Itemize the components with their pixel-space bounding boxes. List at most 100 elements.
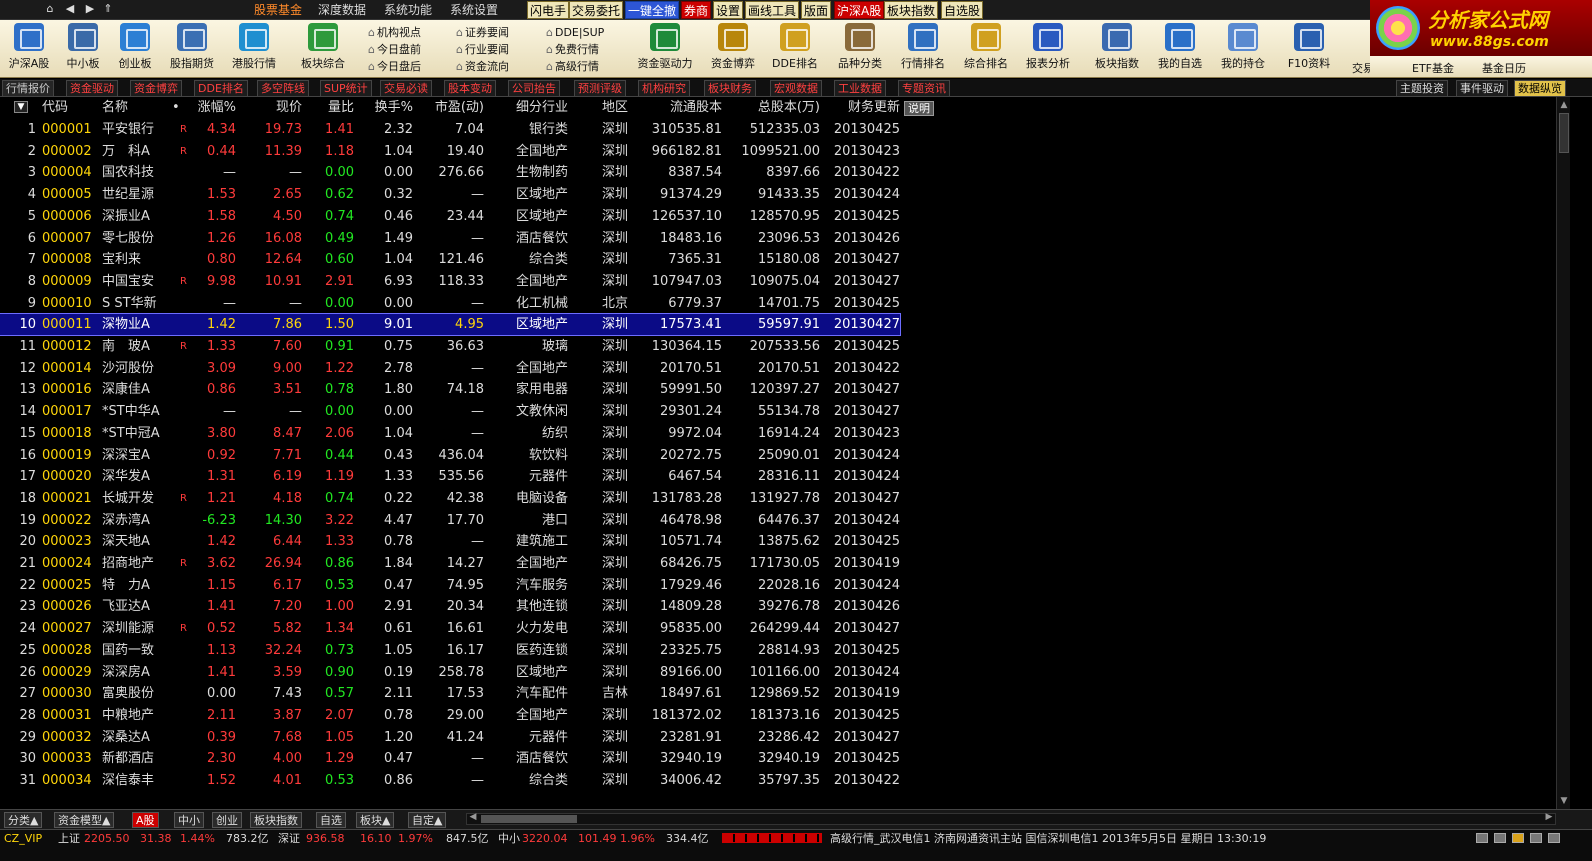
col-industry[interactable]: 细分行业	[496, 99, 568, 117]
toolbar-my-holdings-button[interactable]: 我的持仓	[1216, 23, 1270, 71]
table-row[interactable]: 20 000023 深天地A 1.42 6.44 1.33 0.78 — 建筑施工 深圳 10571…	[0, 531, 900, 552]
menu-tab-depth-data[interactable]: 深度数据	[318, 2, 366, 18]
table-row[interactable]: 16 000019 深深宝A 0.92 7.71 0.44 0.43 436.04 软饮料 深圳 2…	[0, 445, 900, 466]
menu-free-quotes[interactable]: ⌂ 免费行情	[546, 41, 599, 58]
hscroll-thumb[interactable]	[481, 815, 577, 823]
table-row[interactable]: 28 000031 中粮地产 2.11 3.87 2.07 0.78 29.00 全国地产 深圳 1…	[0, 705, 900, 726]
menu-premarket[interactable]: ⌂ 今日盘前	[368, 41, 421, 58]
flash-trade-button[interactable]: 闪电手	[527, 1, 570, 19]
toolbar-fund-drive-button[interactable]: 资金驱动力	[636, 23, 694, 71]
subtab-event-drive[interactable]: 事件驱动	[1456, 80, 1508, 96]
table-row[interactable]: 3 000004 国农科技 — — 0.00 0.00 276.66 生物制药 深圳 8387.54…	[0, 162, 900, 183]
watchlist-button[interactable]: 自选股	[941, 1, 984, 19]
home-icon[interactable]: ⌂	[42, 1, 58, 17]
table-row[interactable]: 19 000022 深赤湾A -6.23 14.30 3.22 4.47 17.70 港口 深圳 4…	[0, 510, 900, 531]
table-row[interactable]: 13 000016 深康佳A 0.86 3.51 0.78 1.80 74.18 家用电器 深圳 5…	[0, 379, 900, 400]
toolbar-sector-index-button[interactable]: 板块指数	[1090, 23, 1144, 71]
toolbar-dde-rank-button[interactable]: DDE排名	[768, 23, 822, 71]
table-row[interactable]: 4 000005 世纪星源 1.53 2.65 0.62 0.32 — 区域地产 深圳 91374.…	[0, 184, 900, 205]
col-name[interactable]: 名称	[102, 99, 128, 117]
menu-tab-stock-fund[interactable]: 股票基金	[254, 2, 302, 18]
menu-industry-news[interactable]: ⌂ 行业要闻	[456, 41, 509, 58]
menu-tab-system-settings[interactable]: 系统设置	[450, 2, 498, 18]
subtab-macro-data[interactable]: 宏观数据	[770, 80, 822, 96]
menu-dde-sup[interactable]: ⌂ DDE|SUP	[546, 24, 604, 41]
toolbar-futures-button[interactable]: 股指期货	[165, 23, 219, 71]
cancel-all-button[interactable]: 一键全撤	[625, 1, 680, 19]
toolbar-overall-rank-button[interactable]: 综合排名	[959, 23, 1013, 71]
table-row[interactable]: 25 000028 国药一致 1.13 32.24 0.73 1.05 16.17 医药连锁 深圳…	[0, 640, 900, 661]
table-row[interactable]: 6 000007 零七股份 1.26 16.08 0.49 1.49 — 酒店餐饮 深圳 18483…	[0, 228, 900, 249]
table-row[interactable]: 27 000030 富奥股份 0.00 7.43 0.57 2.11 17.53 汽车配件 吉林 1…	[0, 683, 900, 704]
table-row[interactable]: 5 000006 深振业A 1.58 4.50 0.74 0.46 23.44 区域地产 深圳 12…	[0, 206, 900, 227]
btab-watchlist[interactable]: 自选	[316, 812, 346, 828]
btab-a-share[interactable]: A股	[132, 812, 159, 828]
table-row[interactable]: 14 000017 *ST中华A — — 0.00 0.00 — 文教休闲 深圳 29301.24 5…	[0, 401, 900, 422]
col-mark[interactable]: •	[172, 99, 180, 117]
toolbar-shsz-a-button[interactable]: 沪深A股	[2, 23, 56, 71]
network-icon[interactable]	[1530, 833, 1542, 843]
scroll-thumb[interactable]	[1559, 113, 1569, 153]
btab-category[interactable]: 分类▲	[4, 812, 43, 828]
toolbar-report-button[interactable]: 报表分析	[1021, 23, 1075, 71]
speaker-icon[interactable]	[1548, 833, 1560, 843]
toolbar-category-button[interactable]: 品种分类	[833, 23, 887, 71]
subtab-inst-research[interactable]: 机构研究	[638, 80, 690, 96]
col-price[interactable]: 现价	[250, 99, 302, 117]
table-row[interactable]: 23 000026 飞亚达A 1.41 7.20 1.00 2.91 20.34 其他连锁 深圳 1…	[0, 596, 900, 617]
menu-postmarket[interactable]: ⌂ 今日盘后	[368, 58, 421, 75]
menu-sec-news[interactable]: ⌂ 证券要闻	[456, 24, 509, 41]
btab-sector-index[interactable]: 板块指数	[250, 812, 302, 828]
col-float-shares[interactable]: 流通股本	[628, 99, 722, 117]
subtab-share-change[interactable]: 股本变动	[444, 80, 496, 96]
subtab-quotes[interactable]: 行情报价	[2, 80, 54, 96]
menu-fund-flow[interactable]: ⌂ 资金流向	[456, 58, 509, 75]
btab-custom[interactable]: 自定▲	[408, 812, 447, 828]
back-icon[interactable]: ◀	[62, 1, 78, 17]
toolbar-quote-rank-button[interactable]: 行情排名	[896, 23, 950, 71]
table-row[interactable]: 11 000012 南 玻A R 1.33 7.60 0.91 0.75 36.63 玻璃 深圳 13…	[0, 336, 900, 357]
menu-inst-view[interactable]: ⌂ 机构视点	[368, 24, 421, 41]
scroll-down-icon[interactable]: ▼	[1558, 795, 1570, 807]
table-row[interactable]: 12 000014 沙河股份 3.09 9.00 1.22 2.78 — 全国地产 深圳 20170…	[0, 358, 900, 379]
subtab-company-notice[interactable]: 公司抬告	[508, 80, 560, 96]
btab-sector[interactable]: 板块▲	[356, 812, 395, 828]
btab-gem[interactable]: 创业	[212, 812, 242, 828]
shsz-a-button[interactable]: 沪深A股	[834, 1, 885, 19]
explain-button[interactable]: 说明	[904, 101, 934, 116]
table-row[interactable]: 22 000025 特 力A 1.15 6.17 0.53 0.47 74.95 汽车服务 深圳 1…	[0, 575, 900, 596]
toolbar-etf-link[interactable]: ETF基金	[1412, 60, 1454, 76]
subtab-fund-drive[interactable]: 资金驱动	[66, 80, 118, 96]
col-turnover[interactable]: 换手%	[360, 99, 413, 117]
table-row[interactable]: 21 000024 招商地产 R 3.62 26.94 0.86 1.84 14.27 全国地产 深…	[0, 553, 900, 574]
scroll-up-icon[interactable]: ▲	[1558, 99, 1570, 111]
table-row[interactable]: 17 000020 深华发A 1.31 6.19 1.19 1.33 535.56 元器件 深圳 6…	[0, 466, 900, 487]
draw-tools-button[interactable]: 画线工具	[745, 1, 800, 19]
table-row[interactable]: 30 000033 新都酒店 2.30 4.00 1.29 0.47 — 酒店餐饮 深圳 32940…	[0, 748, 900, 769]
col-region[interactable]: 地区	[590, 99, 628, 117]
scroll-left-icon[interactable]: ◀	[467, 812, 479, 822]
subtab-theme-invest[interactable]: 主题投资	[1396, 80, 1448, 96]
lock-icon[interactable]	[1512, 833, 1524, 843]
menu-advanced-quotes[interactable]: ⌂ 高级行情	[546, 58, 599, 75]
sort-dropdown-icon[interactable]: ▼	[14, 101, 28, 113]
toolbar-gem-button[interactable]: 创业板	[108, 23, 162, 71]
settings-button[interactable]: 设置	[713, 1, 744, 19]
toolbar-hk-button[interactable]: 港股行情	[227, 23, 281, 71]
toolbar-sme-button[interactable]: 中小板	[56, 23, 110, 71]
table-row[interactable]: 2 000002 万 科A R 0.44 11.39 1.18 1.04 19.40 全国地产 深圳…	[0, 141, 900, 162]
menu-tab-system-function[interactable]: 系统功能	[384, 2, 432, 18]
toolbar-f10-button[interactable]: F10资料	[1282, 23, 1336, 71]
subtab-long-short[interactable]: 多空阵线	[257, 80, 309, 96]
sector-index-button[interactable]: 板块指数	[884, 1, 939, 19]
table-row[interactable]: 1 000001 平安银行 R 4.34 19.73 1.41 2.32 7.04 银行类 深圳 31…	[0, 119, 900, 140]
table-row[interactable]: 7 000008 宝利来 0.80 12.64 0.60 1.04 121.46 综合类 深圳 73…	[0, 249, 900, 270]
col-pe[interactable]: 市盈(动)	[416, 99, 484, 117]
broker-button[interactable]: 券商	[681, 1, 712, 19]
table-row[interactable]: 24 000027 深圳能源 R 0.52 5.82 1.34 0.61 16.61 火力发电 深圳…	[0, 618, 900, 639]
toolbar-sector-button[interactable]: 板块综合	[296, 23, 350, 71]
layout-button[interactable]: 版面	[801, 1, 832, 19]
subtab-special-news[interactable]: 专题资讯	[898, 80, 950, 96]
toolbar-fund-calendar-link[interactable]: 基金日历	[1482, 60, 1526, 76]
col-volume-ratio[interactable]: 量比	[310, 99, 354, 117]
